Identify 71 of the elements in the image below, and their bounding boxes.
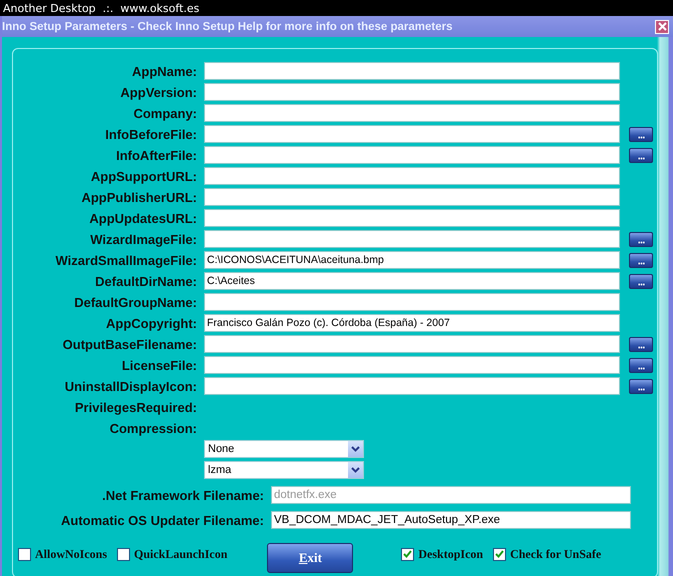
- field-label: InfoAfterFile:: [115, 148, 197, 162]
- browse-button[interactable]: [629, 274, 653, 288]
- field-label: PrivilegesRequired:: [74, 400, 197, 414]
- input-field[interactable]: [204, 146, 620, 164]
- field-label: Automatic OS Updater Filename:: [60, 512, 264, 528]
- chevron-down-icon: [351, 467, 360, 473]
- input-field[interactable]: VB_DCOM_MDAC_JET_AutoSetup_XP.exe: [271, 511, 631, 529]
- chevron-down-icon: [351, 446, 360, 452]
- field-label: WizardSmallImageFile:: [54, 252, 197, 268]
- dropdown[interactable]: None: [204, 440, 364, 458]
- close-button[interactable]: [655, 20, 669, 34]
- ellipsis-icon: [638, 240, 644, 244]
- field-label: AppCopyright:: [105, 316, 197, 330]
- input-field[interactable]: [204, 293, 620, 311]
- input-field[interactable]: [204, 335, 620, 353]
- field-label: WizardImageFile:: [89, 232, 197, 246]
- input-field[interactable]: Francisco Galán Pozo (c). Córdoba (España) - 2007: [204, 314, 620, 332]
- field-label: LicenseFile:: [120, 358, 197, 372]
- close-icon: [658, 22, 666, 31]
- desktop-title: Another Desktop .:. www.oksoft.es: [3, 2, 200, 14]
- input-field[interactable]: [204, 188, 620, 206]
- ellipsis-icon: [638, 366, 644, 370]
- dropdown[interactable]: lzma: [204, 461, 364, 479]
- field-label: AppPublisherURL:: [80, 190, 197, 204]
- checkbox-label: Check for UnSafe: [510, 546, 602, 562]
- browse-button[interactable]: [629, 252, 653, 268]
- ellipsis-icon: [638, 388, 644, 390]
- field-label: OutputBaseFilename:: [62, 336, 197, 352]
- browse-button[interactable]: [629, 126, 653, 142]
- browse-button[interactable]: [629, 232, 653, 246]
- checkbox-label: AllowNoIcons: [35, 546, 108, 562]
- input-field[interactable]: [204, 356, 620, 374]
- field-label: AppSupportURL:: [90, 168, 197, 184]
- window-title: Inno Setup Parameters - Check Inno Setup Help for more info on these parameters: [2, 20, 453, 32]
- field-label: InfoBeforeFile:: [104, 126, 197, 142]
- checkbox[interactable]: [401, 548, 414, 560]
- input-field[interactable]: [204, 104, 620, 122]
- checkbox-label: DesktopIcon: [418, 546, 484, 562]
- input-field[interactable]: [204, 125, 620, 143]
- input-field[interactable]: [204, 167, 620, 185]
- field-label: Company:: [132, 106, 197, 120]
- ellipsis-icon: [638, 282, 644, 286]
- browse-button[interactable]: [629, 378, 653, 394]
- browse-button[interactable]: [629, 336, 653, 352]
- field-label: DefaultDirName:: [94, 274, 197, 288]
- input-field[interactable]: C:\ICONOS\ACEITUNA\aceituna.bmp: [204, 251, 620, 269]
- ellipsis-icon: [638, 136, 644, 138]
- field-label: UninstallDisplayIcon:: [64, 378, 197, 394]
- field-label: AppUpdatesURL:: [88, 210, 197, 226]
- ellipsis-icon: [638, 346, 644, 348]
- input-field[interactable]: dotnetfx.exe: [271, 486, 631, 504]
- input-field[interactable]: [204, 83, 620, 101]
- input-field[interactable]: C:\Aceites: [204, 272, 620, 290]
- field-label: AppVersion:: [119, 84, 197, 100]
- ellipsis-icon: [638, 156, 644, 160]
- checkbox[interactable]: [18, 548, 31, 560]
- browse-button[interactable]: [629, 148, 653, 162]
- checkbox-label: QuickLaunchIcon: [134, 546, 228, 562]
- input-field[interactable]: [204, 230, 620, 248]
- checkbox[interactable]: [117, 548, 130, 560]
- checkbox[interactable]: [493, 548, 506, 560]
- input-field[interactable]: [204, 377, 620, 395]
- field-label: Compression:: [108, 420, 197, 436]
- ellipsis-icon: [638, 262, 644, 264]
- input-field[interactable]: [204, 62, 620, 80]
- field-label: AppName:: [130, 64, 197, 78]
- field-label: DefaultGroupName:: [73, 294, 197, 310]
- input-field[interactable]: [204, 209, 620, 227]
- field-label: .Net Framework Filename:: [101, 488, 264, 502]
- browse-button[interactable]: [629, 358, 653, 372]
- exit-button[interactable]: Exit: [267, 543, 354, 573]
